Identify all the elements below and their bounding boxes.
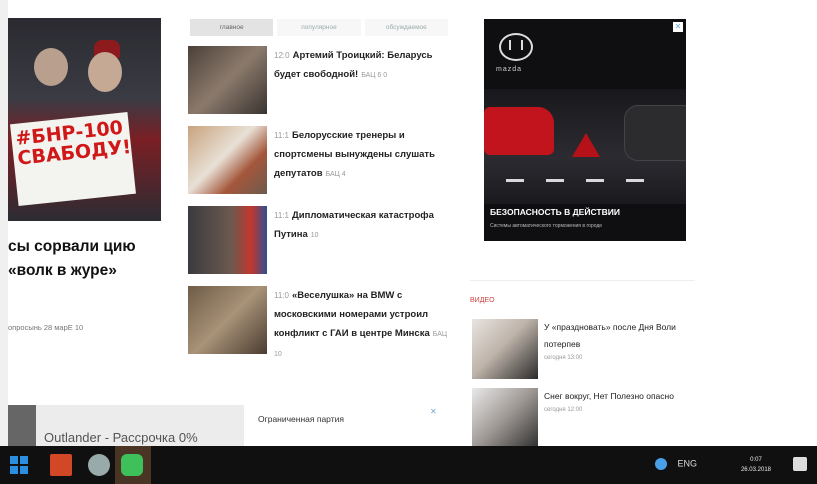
news-time: 12:0: [274, 51, 290, 60]
video-item-text[interactable]: У «праздновать» после Дня Воли потерпев …: [544, 319, 694, 363]
ad-close-icon[interactable]: ✕: [430, 407, 437, 416]
news-thumbnail[interactable]: [188, 286, 267, 354]
mazda-logo-icon: [499, 33, 533, 61]
tab-discussed[interactable]: обсуждаемое: [364, 19, 448, 36]
ad-close-icon[interactable]: ✕: [673, 22, 683, 32]
road-line: [586, 179, 604, 182]
ad-headline: БЕЗОПАСНОСТЬ В ДЕЙСТВИИ: [490, 207, 620, 217]
ad-subtitle: Системы автоматического торможения в гор…: [490, 223, 603, 229]
video-time: сегодня 12:00: [544, 407, 583, 413]
section-label[interactable]: ВИДЕО: [470, 297, 495, 304]
warning-triangle-icon: [572, 133, 600, 157]
mazda-ad[interactable]: ✕ mazda БЕЗОПАСНОСТЬ В ДЕЙСТВИИ Системы …: [484, 19, 686, 241]
video-item-text[interactable]: Снег вокруг, Нет Полезно опасно сегодня …: [544, 388, 694, 415]
whatsapp-icon[interactable]: [121, 454, 143, 476]
news-title[interactable]: «Веселушка» на BMW с московскими номерам…: [274, 290, 430, 339]
ad-image: [8, 405, 36, 446]
web-page: #БНР-100 СВАБОДУ! сы сорвали цию «волк в…: [0, 0, 817, 446]
ad-brand: mazda: [496, 66, 523, 73]
news-thumbnail[interactable]: [188, 46, 267, 114]
windows-taskbar: ENG 0:07 26.03.2018: [0, 446, 817, 484]
outlander-ad[interactable]: Outlander - Рассрочка 0%: [8, 405, 244, 446]
news-time: 11:0: [274, 291, 289, 300]
left-edge: [0, 0, 8, 446]
second-ad-text[interactable]: Ограниченная партия: [258, 414, 344, 424]
main-article-meta: опросынь 28 марЕ 10: [8, 323, 84, 332]
tab-main[interactable]: главное: [190, 19, 274, 36]
news-count: БАЦ 4: [325, 171, 346, 178]
language-indicator[interactable]: ENG: [677, 458, 697, 468]
video-thumbnail[interactable]: [472, 319, 538, 379]
network-icon[interactable]: [654, 458, 667, 470]
tab-popular[interactable]: популярное: [277, 19, 361, 36]
media-player-icon[interactable]: [88, 454, 110, 476]
photo-protest-sign: #БНР-100 СВАБОДУ!: [10, 112, 136, 206]
news-thumbnail[interactable]: [188, 206, 267, 274]
news-item-text[interactable]: 11:0 «Веселушка» на BMW с московскими ном…: [274, 286, 450, 364]
news-item-text[interactable]: 12:0 Артемий Троицкий: Беларусь будет сво…: [274, 46, 450, 85]
main-article-title[interactable]: сы сорвали цию «волк в журе»: [8, 235, 168, 283]
photo-person-1: [34, 48, 68, 86]
news-title[interactable]: Артемий Троицкий: Беларусь будет свободн…: [274, 50, 433, 80]
system-tray[interactable]: ENG: [654, 458, 697, 470]
photo-person-2: [88, 52, 122, 92]
video-time: сегодня 13:00: [544, 355, 583, 361]
road-line: [626, 179, 644, 182]
news-time: 11:1: [274, 211, 289, 220]
video-title[interactable]: Снег вокруг, Нет Полезно опасно: [544, 391, 674, 401]
news-title[interactable]: Белорусские тренеры и спортсмены вынужде…: [274, 130, 435, 179]
road-line: [506, 179, 524, 182]
notifications-icon[interactable]: [793, 457, 807, 471]
start-windows-icon[interactable]: [10, 456, 28, 474]
clock[interactable]: 0:07 26.03.2018: [741, 455, 771, 475]
clock-date: 26.03.2018: [740, 467, 771, 473]
main-article-photo[interactable]: #БНР-100 СВАБОДУ!: [8, 18, 161, 221]
video-thumbnail[interactable]: [472, 388, 538, 446]
news-tabs: главное популярное обсуждаемое: [190, 19, 448, 36]
news-item-text[interactable]: 11:1 Дипломатическая катастрофа Путина 10: [274, 206, 450, 245]
ad-car-red: [484, 107, 554, 155]
road-line: [546, 179, 564, 182]
news-item-text[interactable]: 11:1 Белорусские тренеры и спортсмены вын…: [274, 126, 450, 184]
ad-car-dark: [624, 105, 686, 161]
video-title[interactable]: У «праздновать» после Дня Воли потерпев: [544, 322, 676, 349]
ad-text[interactable]: Outlander - Рассрочка 0%: [44, 430, 198, 445]
news-time: 11:1: [274, 131, 289, 140]
office-icon[interactable]: [50, 454, 72, 476]
news-thumbnail[interactable]: [188, 126, 267, 194]
news-title[interactable]: Дипломатическая катастрофа Путина: [274, 210, 434, 240]
news-count: 10: [310, 232, 319, 239]
clock-time: 0:07: [750, 457, 762, 463]
news-count: БАЦ 6 0: [361, 72, 388, 79]
divider: [470, 280, 695, 281]
